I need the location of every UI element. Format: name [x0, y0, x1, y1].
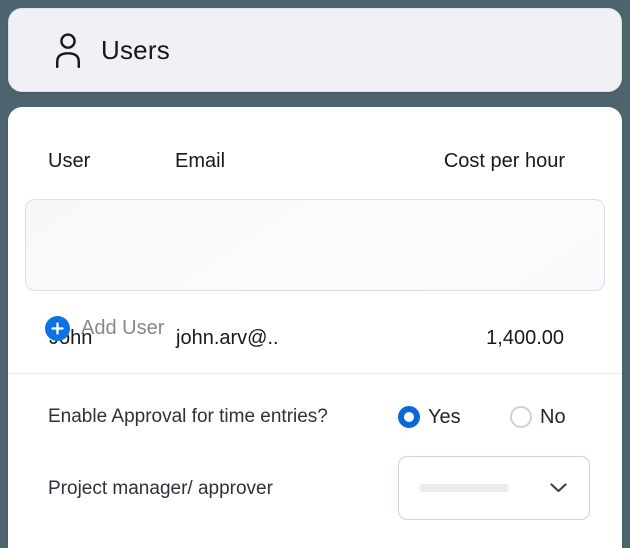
approval-question-label: Enable Approval for time entries?	[48, 404, 328, 430]
add-user-button[interactable]: Add User	[45, 316, 164, 341]
column-header-cost-per-hour: Cost per hour	[444, 147, 565, 175]
row-user-email: john.arv@..	[176, 324, 279, 352]
row-cost-per-hour: 1,400.00	[486, 324, 564, 352]
radio-no-label: No	[540, 404, 566, 430]
project-manager-approver-label: Project manager/ approver	[48, 476, 273, 502]
select-placeholder-skeleton	[419, 484, 509, 492]
chevron-down-icon	[550, 483, 567, 493]
column-header-user: User	[48, 147, 90, 175]
radio-yes-icon[interactable]	[398, 406, 420, 428]
add-user-label: Add User	[81, 317, 164, 340]
users-header-card: Users	[8, 8, 622, 92]
column-header-email: Email	[175, 147, 225, 175]
radio-no-icon[interactable]	[510, 406, 532, 428]
section-divider	[8, 373, 622, 374]
table-row[interactable]: John john.arv@.. 1,400.00	[25, 199, 605, 291]
radio-option-no[interactable]: No	[510, 404, 566, 430]
radio-yes-label: Yes	[428, 404, 461, 430]
users-panel: User Email Cost per hour John john.arv@.…	[8, 107, 622, 548]
plus-icon	[45, 316, 70, 341]
user-icon	[53, 32, 83, 68]
project-manager-approver-select[interactable]	[398, 456, 590, 520]
page-title: Users	[101, 35, 170, 66]
radio-option-yes[interactable]: Yes	[398, 404, 461, 430]
